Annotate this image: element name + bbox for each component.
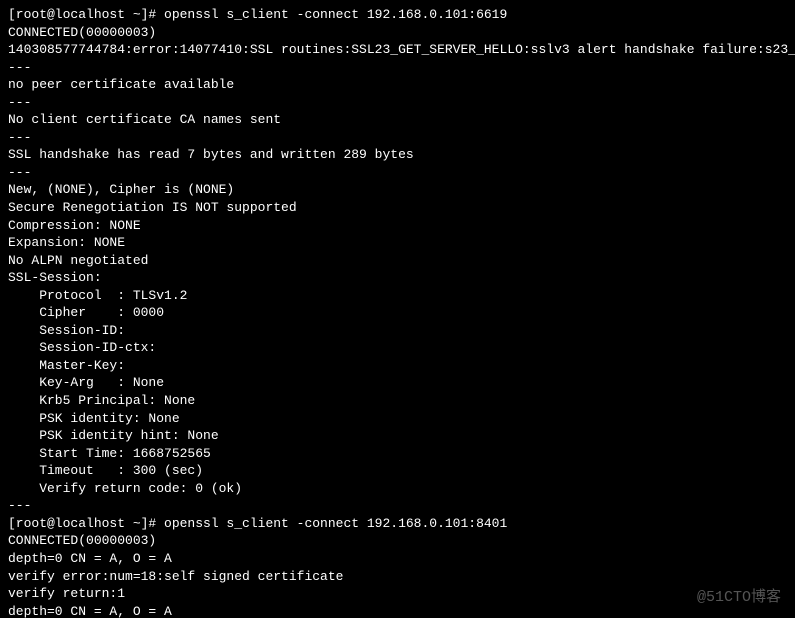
output-line: CONNECTED(00000003) — [8, 532, 787, 550]
output-line: Key-Arg : None — [8, 374, 787, 392]
output-line: Krb5 Principal: None — [8, 392, 787, 410]
output-line: depth=0 CN = A, O = A — [8, 550, 787, 568]
output-line: No client certificate CA names sent — [8, 111, 787, 129]
output-line: --- — [8, 59, 787, 77]
output-line: --- — [8, 164, 787, 182]
output-line: Master-Key: — [8, 357, 787, 375]
output-line: --- — [8, 94, 787, 112]
command-line: [root@localhost ~]# openssl s_client -co… — [8, 6, 787, 24]
output-line: verify error:num=18:self signed certific… — [8, 568, 787, 586]
output-line: Compression: NONE — [8, 217, 787, 235]
output-line: New, (NONE), Cipher is (NONE) — [8, 181, 787, 199]
output-line: Session-ID: — [8, 322, 787, 340]
output-line: CONNECTED(00000003) — [8, 24, 787, 42]
output-line: --- — [8, 497, 787, 515]
output-line: --- — [8, 129, 787, 147]
output-line: Start Time: 1668752565 — [8, 445, 787, 463]
output-line: Secure Renegotiation IS NOT supported — [8, 199, 787, 217]
output-line: No ALPN negotiated — [8, 252, 787, 270]
output-line: Verify return code: 0 (ok) — [8, 480, 787, 498]
output-line: Timeout : 300 (sec) — [8, 462, 787, 480]
output-line: 140308577744784:error:14077410:SSL routi… — [8, 41, 787, 59]
output-line: SSL-Session: — [8, 269, 787, 287]
output-line: Protocol : TLSv1.2 — [8, 287, 787, 305]
output-line: SSL handshake has read 7 bytes and writt… — [8, 146, 787, 164]
output-line: verify return:1 — [8, 585, 787, 603]
output-line: PSK identity: None — [8, 410, 787, 428]
output-line: Session-ID-ctx: — [8, 339, 787, 357]
output-line: no peer certificate available — [8, 76, 787, 94]
terminal-output[interactable]: [root@localhost ~]# openssl s_client -co… — [0, 0, 795, 618]
output-line: PSK identity hint: None — [8, 427, 787, 445]
output-line: Expansion: NONE — [8, 234, 787, 252]
command-line: [root@localhost ~]# openssl s_client -co… — [8, 515, 787, 533]
output-line: Cipher : 0000 — [8, 304, 787, 322]
output-line: depth=0 CN = A, O = A — [8, 603, 787, 618]
